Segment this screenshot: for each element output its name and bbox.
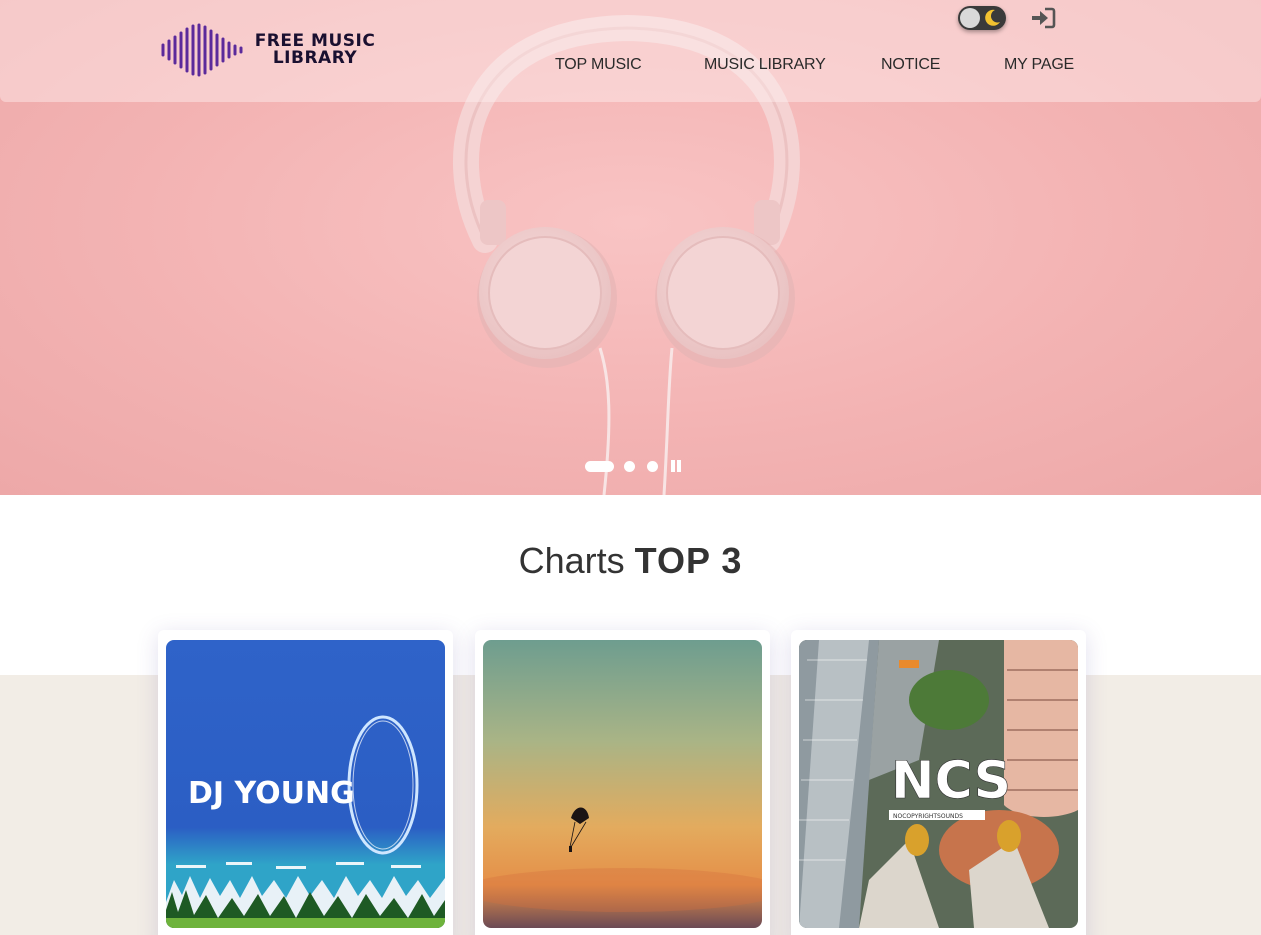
site-logo[interactable]: FREE MUSIC LIBRARY: [160, 22, 385, 78]
charts-title-bold: TOP 3: [634, 540, 743, 581]
charts-title-light: Charts: [518, 540, 625, 581]
sign-in-icon[interactable]: [1030, 7, 1056, 29]
album-art-2: [483, 640, 762, 928]
slider-pagination: [585, 460, 682, 472]
nav-notice[interactable]: NOTICE: [881, 56, 940, 74]
moon-icon: [985, 9, 1000, 26]
chart-card-1[interactable]: DJ YOUNG: [158, 630, 453, 935]
album-art-subtext-3: NOCOPYRIGHTSOUNDS: [893, 813, 963, 820]
pause-icon[interactable]: [670, 460, 682, 472]
logo-line2: LIBRARY: [272, 48, 358, 68]
sound-wave-icon: [161, 23, 243, 77]
album-art-text-3: NCS: [891, 751, 1011, 811]
slide-indicator-3[interactable]: [647, 460, 658, 472]
slide-indicator-1[interactable]: [585, 460, 614, 472]
dark-mode-toggle[interactable]: [958, 6, 1006, 30]
nav-my-page[interactable]: MY PAGE: [1004, 56, 1074, 74]
chart-card-3[interactable]: NCS NOCOPYRIGHTSOUNDS: [791, 630, 1086, 935]
charts-title: Charts TOP 3: [0, 540, 1261, 582]
logo-text: FREE MUSIC LIBRARY: [248, 33, 382, 67]
album-art-1: DJ YOUNG: [166, 640, 445, 928]
nav-top-music[interactable]: TOP MUSIC: [555, 56, 642, 74]
toggle-knob: [960, 8, 980, 28]
chart-card-2[interactable]: [475, 630, 770, 935]
slide-indicator-2[interactable]: [624, 460, 635, 472]
album-art-3: NCS NOCOPYRIGHTSOUNDS: [799, 640, 1078, 928]
album-art-text-1: DJ YOUNG: [188, 776, 355, 811]
nav-music-library[interactable]: MUSIC LIBRARY: [704, 56, 826, 74]
site-header: FREE MUSIC LIBRARY TOP MUSIC MUSIC LIBRA…: [0, 0, 1261, 102]
